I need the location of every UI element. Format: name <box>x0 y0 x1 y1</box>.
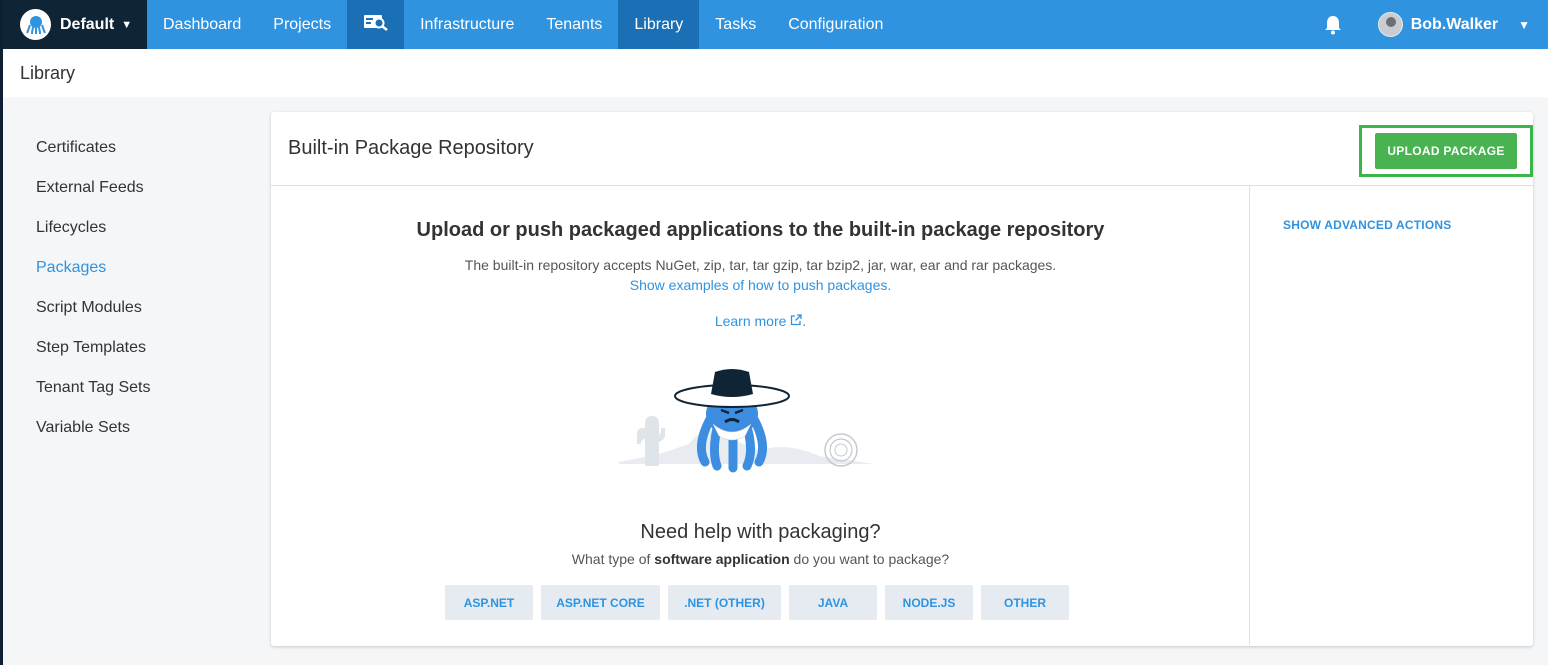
upload-highlight: UPLOAD PACKAGE <box>1359 125 1533 177</box>
external-link-icon <box>790 313 802 329</box>
page-title: Library <box>20 62 76 83</box>
help-subtitle: What type of software application do you… <box>271 551 1250 567</box>
sidebar-item-packages[interactable]: Packages <box>36 248 256 288</box>
nav-dashboard[interactable]: Dashboard <box>147 0 257 49</box>
sidebar-item-tenant-tag-sets[interactable]: Tenant Tag Sets <box>36 368 256 408</box>
hero-subtitle: The built-in repository accepts NuGet, z… <box>464 257 1057 273</box>
sidebar-item-lifecycles[interactable]: Lifecycles <box>36 208 256 248</box>
user-name: Bob.Walker <box>1410 15 1499 33</box>
nav-projects[interactable]: Projects <box>257 0 347 49</box>
chevron-down-icon: ▼ <box>1518 17 1530 32</box>
upload-package-button[interactable]: UPLOAD PACKAGE <box>1375 133 1517 169</box>
push-examples-link-row: Show examples of how to push packages. <box>629 277 892 293</box>
nav-right: Bob.Walker ▼ <box>1324 0 1548 49</box>
window-edge <box>0 49 3 665</box>
pkg-dotnet-other-button[interactable]: .NET (OTHER) <box>668 585 781 620</box>
user-menu[interactable]: Bob.Walker ▼ <box>1377 12 1530 37</box>
cowboy-octopus-illustration <box>619 364 879 484</box>
pkg-other-button[interactable]: OTHER <box>981 585 1069 620</box>
pkg-aspnet-button[interactable]: ASP.NET <box>445 585 533 620</box>
card-body: Upload or push packaged applications to … <box>271 186 1533 645</box>
sidebar-item-step-templates[interactable]: Step Templates <box>36 328 256 368</box>
sidebar-item-certificates[interactable]: Certificates <box>36 128 256 168</box>
learn-more-row: Learn more . <box>271 313 1250 329</box>
nav-configuration[interactable]: Configuration <box>772 0 899 49</box>
sidebar-item-external-feeds[interactable]: External Feeds <box>36 168 256 208</box>
sidebar-item-script-modules[interactable]: Script Modules <box>36 288 256 328</box>
sidebar-item-variable-sets[interactable]: Variable Sets <box>36 408 256 448</box>
package-repository-card: Built-in Package Repository UPLOAD PACKA… <box>271 112 1533 646</box>
page-header: Library <box>3 49 1548 97</box>
search-icon <box>363 13 389 36</box>
help-title: Need help with packaging? <box>640 521 881 543</box>
main-column: Upload or push packaged applications to … <box>271 186 1250 645</box>
pkg-aspnet-core-button[interactable]: ASP.NET CORE <box>541 585 660 620</box>
space-switcher[interactable]: Default ▼ <box>3 0 147 49</box>
octopus-logo-icon <box>20 9 51 40</box>
card-header: Built-in Package Repository UPLOAD PACKA… <box>271 112 1533 186</box>
pkg-java-button[interactable]: JAVA <box>789 585 877 620</box>
learn-more-label: Learn more <box>714 313 787 329</box>
show-advanced-actions-link[interactable]: SHOW ADVANCED ACTIONS <box>1283 218 1451 232</box>
top-navigation: Default ▼ Dashboard Projects Infrastruct… <box>0 0 1548 49</box>
nav-infrastructure[interactable]: Infrastructure <box>404 0 530 49</box>
bell-icon[interactable] <box>1324 15 1342 35</box>
chevron-down-icon: ▼ <box>121 18 133 31</box>
package-type-buttons: ASP.NET ASP.NET CORE .NET (OTHER) JAVA N… <box>445 585 1069 620</box>
avatar <box>1377 12 1403 37</box>
nav-search[interactable] <box>347 0 405 49</box>
card-title: Built-in Package Repository <box>288 137 534 159</box>
learn-more-link[interactable]: Learn more . <box>715 313 806 329</box>
help-sub-post: do you want to package? <box>789 551 950 567</box>
advanced-column: SHOW ADVANCED ACTIONS <box>1250 186 1532 645</box>
push-examples-link[interactable]: Show examples of how to push packages <box>630 277 888 293</box>
nav-tasks[interactable]: Tasks <box>699 0 772 49</box>
help-sub-pre: What type of <box>571 551 655 567</box>
sidebar: Certificates External Feeds Lifecycles P… <box>36 128 256 448</box>
help-sub-bold: software application <box>654 551 790 567</box>
nav-tenants[interactable]: Tenants <box>530 0 618 49</box>
nav-library[interactable]: Library <box>618 0 700 49</box>
hero-title: Upload or push packaged applications to … <box>416 219 1105 241</box>
pkg-nodejs-button[interactable]: NODE.JS <box>885 585 973 620</box>
space-name: Default <box>60 15 115 33</box>
